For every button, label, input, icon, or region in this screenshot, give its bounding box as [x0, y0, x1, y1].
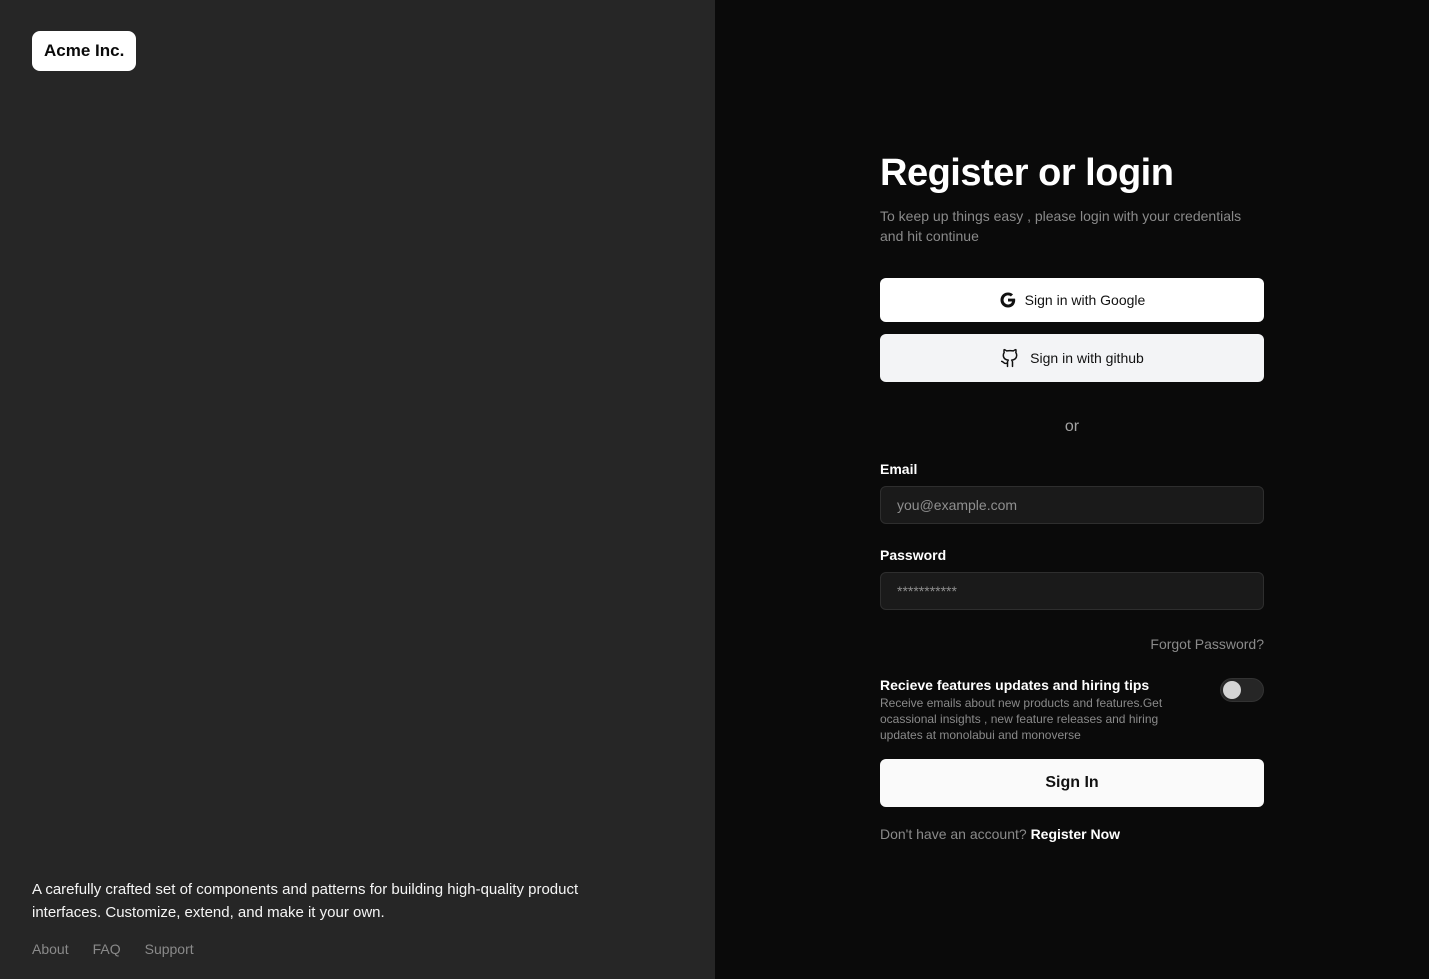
email-label: Email [880, 461, 918, 477]
logo[interactable]: Acme Inc. [32, 31, 137, 71]
left-panel: Acme Inc. A carefully crafted set of com… [0, 0, 715, 979]
updates-toggle[interactable] [1220, 678, 1264, 702]
google-icon [1000, 292, 1015, 308]
page: Acme Inc. A carefully crafted set of com… [0, 0, 1429, 979]
github-signin-button[interactable]: Sign in with github [880, 334, 1264, 382]
toggle-knob [1223, 681, 1241, 699]
or-divider: or [1064, 418, 1080, 435]
updates-description: Receive emails about new products and fe… [880, 696, 1163, 742]
footer-link-about[interactable]: About [32, 940, 69, 958]
updates-text: Recieve features updates and hiring tips… [880, 676, 1200, 743]
footer-link-support[interactable]: Support [145, 940, 194, 958]
page-title: Register or login [880, 152, 1174, 194]
google-signin-label: Sign in with Google [1024, 292, 1146, 308]
updates-title: Recieve features updates and hiring tips [880, 677, 1150, 693]
register-prompt: Don't have an account? Register Now [880, 825, 1264, 843]
password-field[interactable] [880, 572, 1264, 610]
password-label: Password [880, 547, 947, 563]
github-icon [1001, 348, 1018, 368]
forgot-password-link[interactable]: Forgot Password? [880, 635, 1264, 653]
github-signin-label: Sign in with github [1030, 350, 1144, 366]
footer-link-faq[interactable]: FAQ [93, 940, 121, 958]
updates-setting: Recieve features updates and hiring tips… [880, 676, 1264, 743]
email-field[interactable] [880, 486, 1264, 524]
right-panel: Register or login To keep up things easy… [715, 0, 1429, 979]
google-signin-button[interactable]: Sign in with Google [880, 278, 1264, 322]
register-link[interactable]: Register Now [1031, 826, 1120, 842]
no-account-text: Don't have an account? [880, 826, 1027, 842]
tagline: A carefully crafted set of components an… [32, 881, 579, 921]
signin-button[interactable]: Sign In [880, 759, 1264, 807]
page-subtitle: To keep up things easy , please login wi… [880, 208, 1242, 244]
footer-links: About FAQ Support [32, 940, 194, 958]
login-form: Register or login To keep up things easy… [880, 150, 1264, 843]
